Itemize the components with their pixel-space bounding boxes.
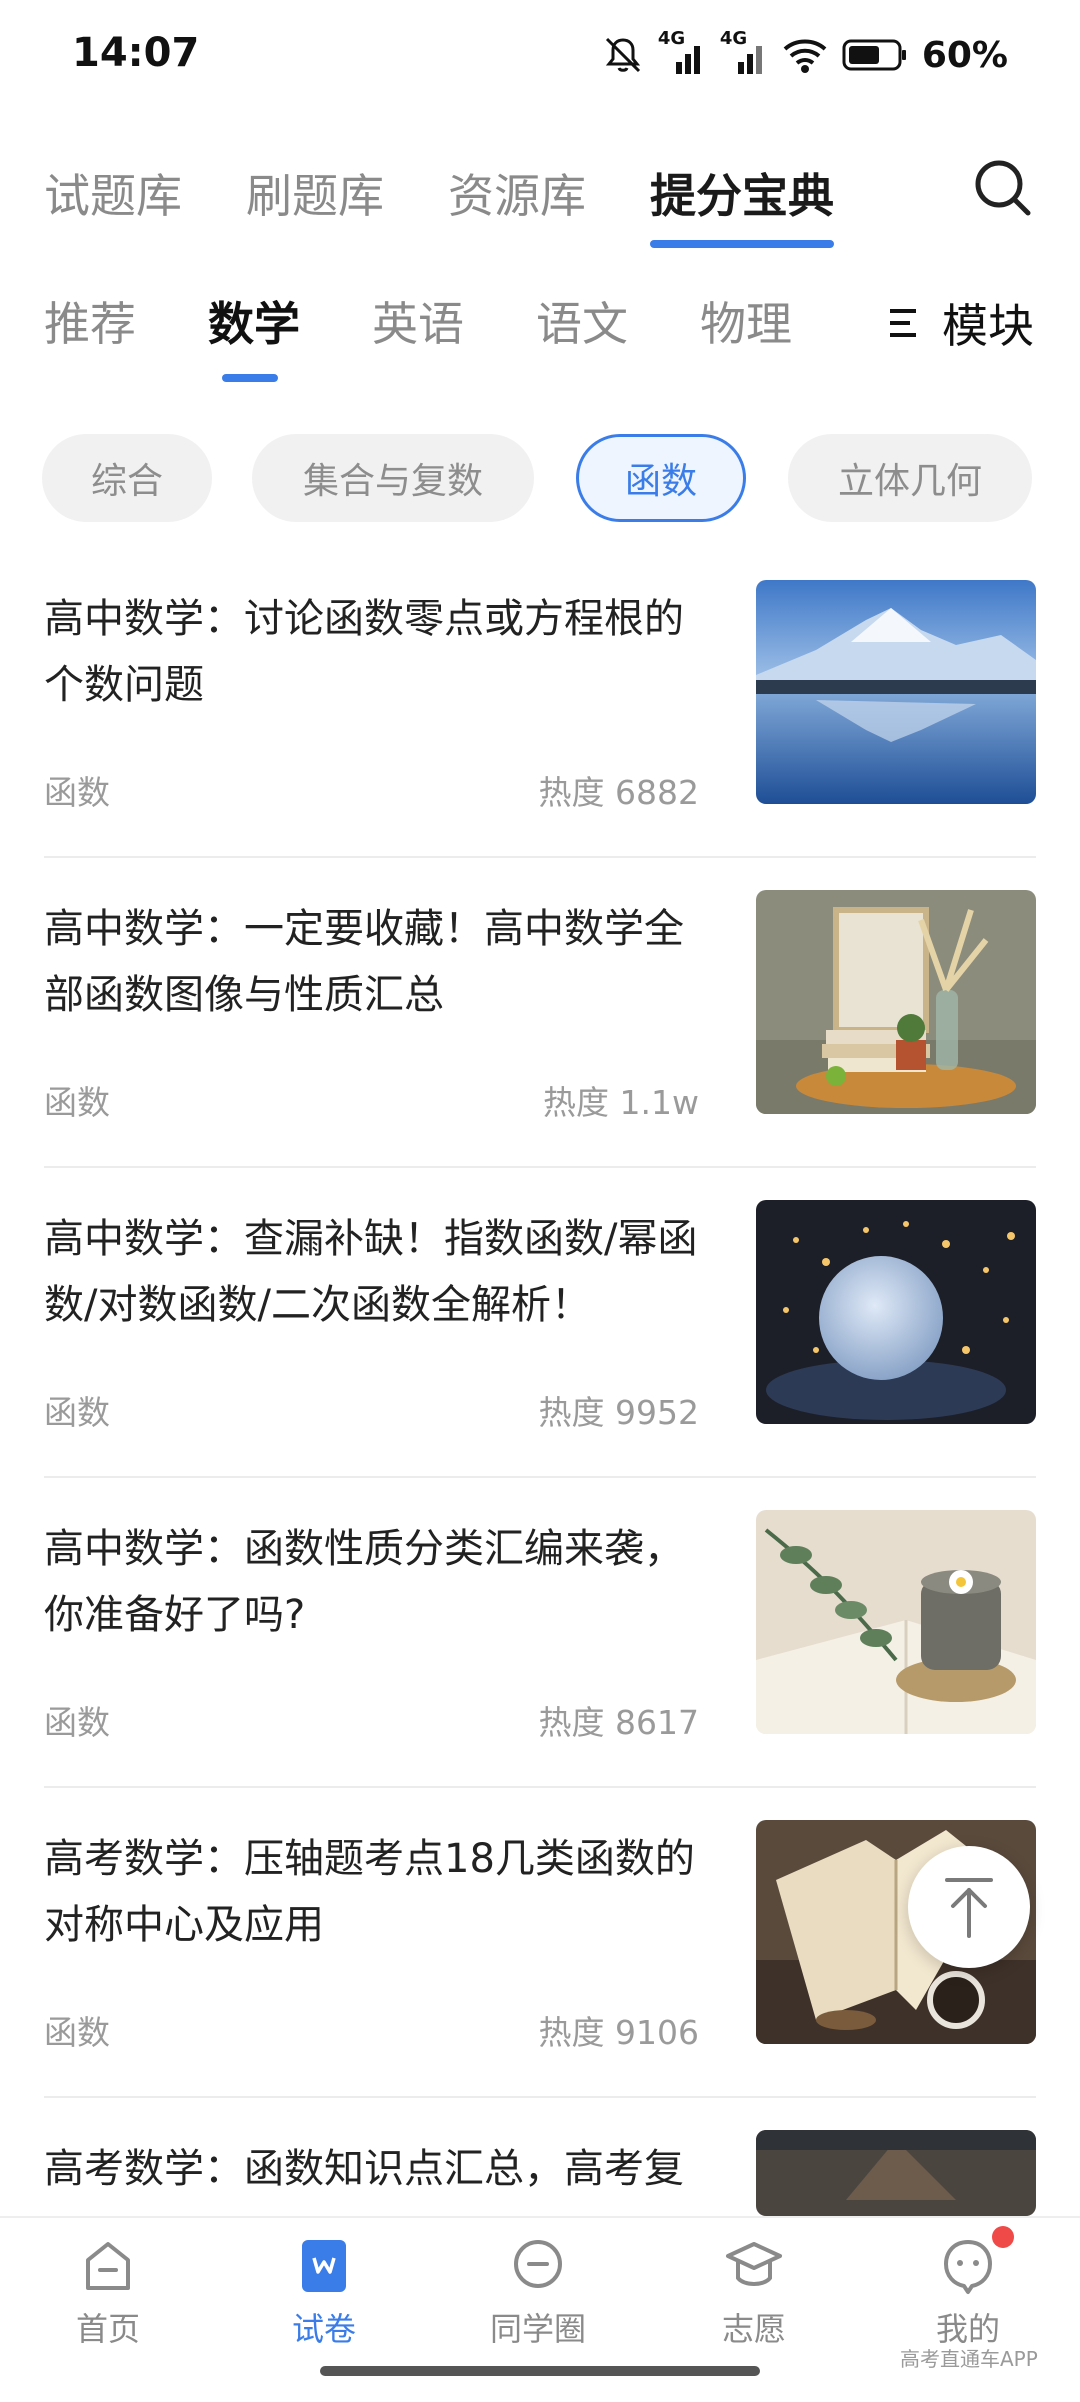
signal-1: 4G (658, 28, 706, 76)
cup-book-image (756, 1510, 1036, 1734)
status-bar: 14:07 4G 4G 60% (0, 0, 1080, 120)
divider (44, 1786, 1036, 1788)
modules-button[interactable]: 模块 (888, 290, 1034, 356)
list-item[interactable]: 高中数学：讨论函数零点或方程根的个数问题 函数 热度 6882 (0, 580, 1080, 890)
article-tag: 函数 (44, 1703, 110, 1742)
chip-functions[interactable]: 函数 (576, 434, 746, 522)
nav-aspiration-label: 志愿 (721, 2310, 786, 2348)
list-item[interactable]: 高中数学：函数性质分类汇编来袭，你准备好了吗? 函数 热度 8617 (0, 1510, 1080, 1820)
search-button[interactable] (970, 155, 1036, 221)
chip-general[interactable]: 综合 (42, 434, 212, 522)
divider (44, 2096, 1036, 2098)
nav-home-label: 首页 (75, 2310, 140, 2348)
top-tab-bar: 试题库 刷题库 资源库 提分宝典 (0, 150, 1080, 248)
tab-recommend[interactable]: 推荐 (44, 288, 136, 354)
article-title: 高中数学：函数性质分类汇编来袭，你准备好了吗? (44, 1526, 684, 1638)
tab-practice-bank[interactable]: 刷题库 (246, 160, 384, 226)
tab-physics[interactable]: 物理 (700, 288, 792, 354)
status-icons: 4G 4G 60% (602, 28, 1008, 80)
nav-aspiration[interactable]: 志愿 (674, 2236, 834, 2350)
battery-percent: 60% (921, 34, 1008, 76)
exam-paper-icon (302, 2240, 346, 2292)
tab-english[interactable]: 英语 (372, 288, 464, 354)
signal-icon (675, 46, 700, 74)
divider (44, 856, 1036, 858)
modules-label: 模块 (942, 299, 1034, 353)
list-item[interactable]: 高考数学：函数知识点汇总，高考复 (0, 2130, 1080, 2216)
chair-frame-image (756, 890, 1036, 1114)
chip-solid-geometry[interactable]: 立体几何 (788, 434, 1032, 522)
graduation-cap-icon (726, 2242, 782, 2286)
article-title: 高中数学：一定要收藏！高中数学全部函数图像与性质汇总 (44, 906, 684, 1018)
notification-badge (992, 2226, 1014, 2248)
article-title: 高考数学：函数知识点汇总，高考复 (44, 2146, 684, 2192)
tab-score-guide[interactable]: 提分宝典 (650, 160, 834, 248)
topic-chip-bar: 综合 集合与复数 函数 立体几何 (0, 434, 1080, 524)
list-item[interactable]: 高中数学：一定要收藏！高中数学全部函数图像与性质汇总 函数 热度 1.1w (0, 890, 1080, 1200)
article-title: 高中数学：讨论函数零点或方程根的个数问题 (44, 596, 684, 708)
list-menu-icon (890, 309, 916, 337)
nav-papers-label: 试卷 (291, 2310, 356, 2348)
moon-lamp-image (756, 1200, 1036, 1424)
nav-mine[interactable]: 我的 (888, 2236, 1048, 2350)
home-indicator[interactable] (320, 2366, 760, 2376)
signal-2: 4G (720, 28, 768, 76)
article-heat: 热度 8617 (538, 1703, 699, 1742)
divider (44, 1476, 1036, 1478)
chat-bubble-icon (514, 2240, 562, 2288)
list-item[interactable]: 高中数学：查漏补缺！指数函数/幂函数/对数函数/二次函数全解析！ 函数 热度 9… (0, 1200, 1080, 1510)
article-heat: 热度 9106 (538, 2013, 699, 2052)
battery-icon (842, 39, 906, 71)
list-item[interactable]: 高考数学：压轴题考点18几类函数的对称中心及应用 函数 热度 9106 (0, 1820, 1080, 2130)
status-time: 14:07 (72, 30, 200, 76)
chip-sets-complex[interactable]: 集合与复数 (252, 434, 534, 522)
divider (44, 1166, 1036, 1168)
wifi-icon (783, 39, 827, 73)
profile-face-icon (944, 2240, 992, 2294)
tab-math[interactable]: 数学 (208, 288, 300, 382)
back-to-top-button[interactable] (908, 1846, 1030, 1968)
article-tag: 函数 (44, 1083, 110, 1122)
article-tag: 函数 (44, 1393, 110, 1432)
nav-classmates[interactable]: 同学圈 (458, 2236, 618, 2350)
article-tag: 函数 (44, 2013, 110, 2052)
article-heat: 热度 9952 (538, 1393, 699, 1432)
article-title: 高考数学：压轴题考点18几类函数的对称中心及应用 (44, 1836, 695, 1948)
article-tag: 函数 (44, 773, 110, 812)
app-watermark: 高考直通车APP (900, 2347, 1038, 2371)
mountain-lake-image (756, 580, 1036, 804)
tab-question-bank[interactable]: 试题库 (44, 160, 182, 226)
tab-resource-bank[interactable]: 资源库 (448, 160, 586, 226)
home-icon (86, 2242, 130, 2290)
article-title: 高中数学：查漏补缺！指数函数/幂函数/对数函数/二次函数全解析！ (44, 1216, 698, 1328)
signal-icon (737, 46, 762, 74)
search-icon (975, 160, 1031, 216)
arrow-up-icon (945, 1878, 993, 1938)
nav-classmates-label: 同学圈 (489, 2310, 586, 2348)
mute-bell-icon (605, 37, 640, 73)
article-heat: 热度 1.1w (543, 1083, 699, 1122)
article-heat: 热度 6882 (538, 773, 699, 812)
nav-home[interactable]: 首页 (28, 2236, 188, 2350)
dark-image (756, 2130, 1036, 2216)
tab-chinese[interactable]: 语文 (536, 288, 628, 354)
nav-papers[interactable]: 试卷 (244, 2236, 404, 2350)
